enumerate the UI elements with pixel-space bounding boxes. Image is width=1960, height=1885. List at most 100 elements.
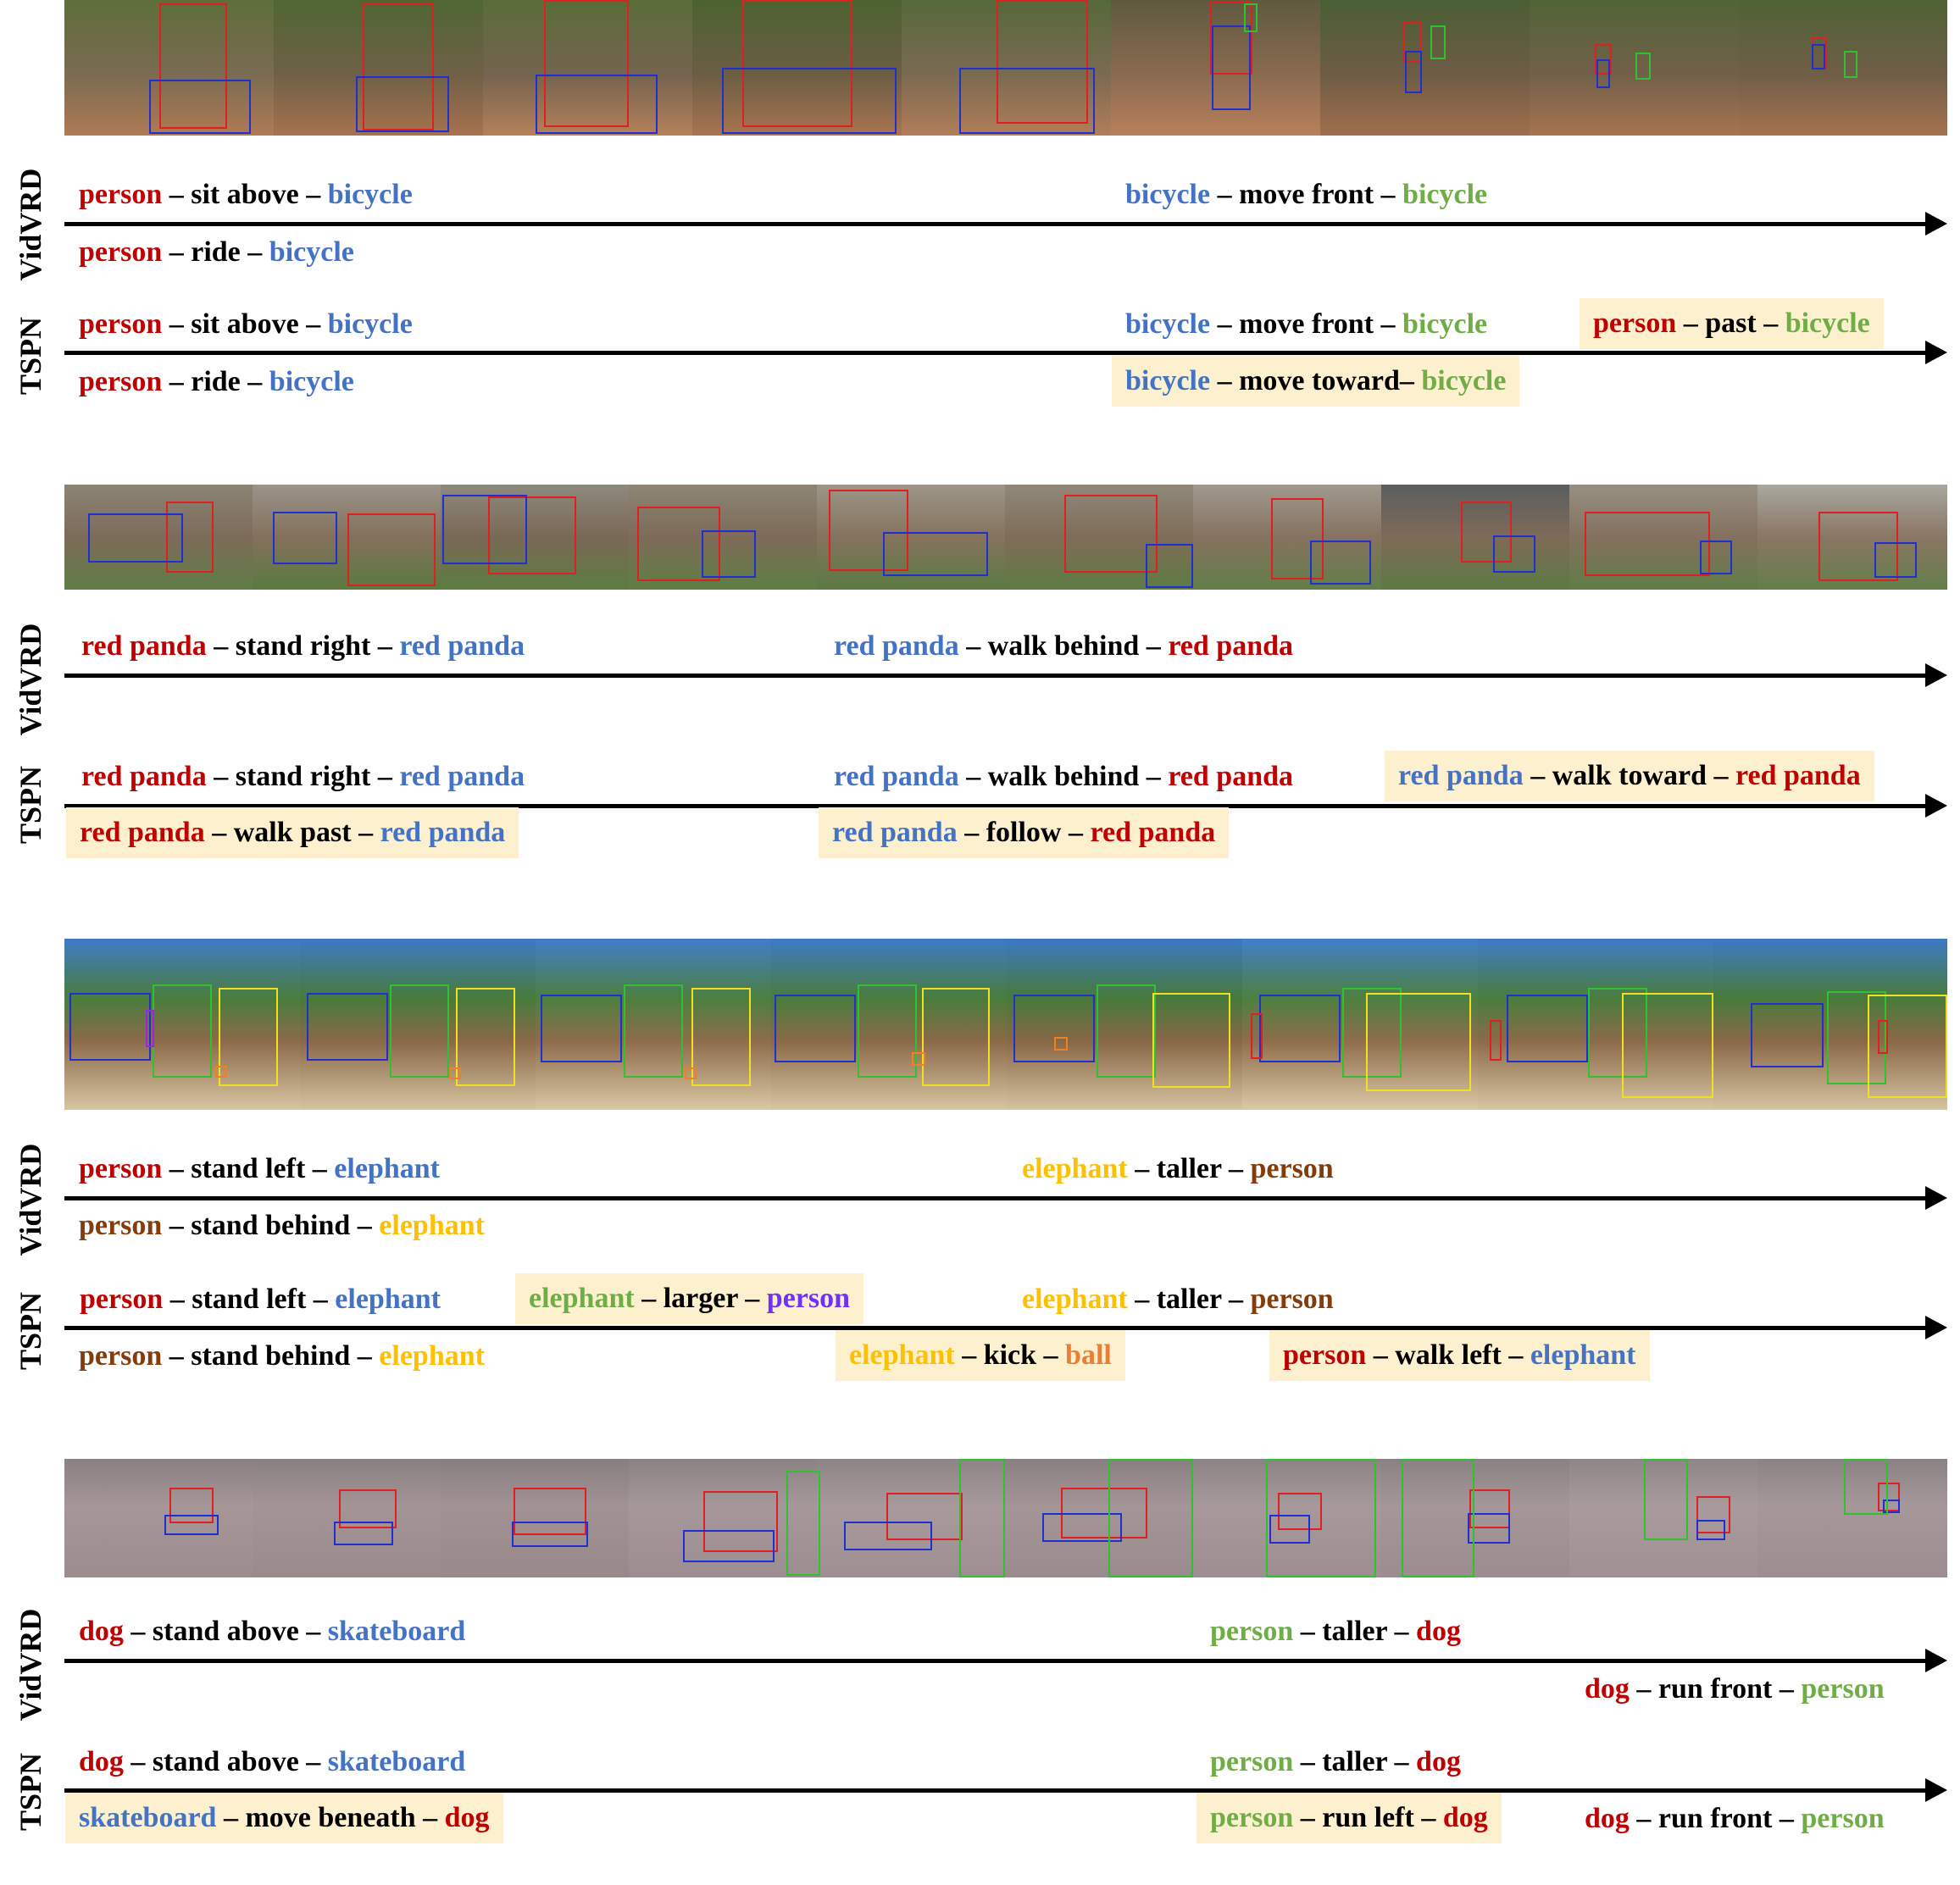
bounding-box bbox=[164, 1515, 219, 1535]
bounding-box bbox=[959, 68, 1095, 134]
subject: dog bbox=[1585, 1673, 1630, 1705]
bounding-box bbox=[1266, 1459, 1376, 1577]
object: elephant bbox=[1530, 1339, 1636, 1371]
predicate: – follow – bbox=[957, 817, 1091, 848]
vidvrd-timeline-arrow bbox=[64, 1649, 1947, 1672]
subject: person bbox=[1283, 1339, 1367, 1371]
bounding-box bbox=[691, 988, 751, 1086]
bounding-box bbox=[1259, 995, 1341, 1062]
bounding-box bbox=[1402, 1459, 1474, 1577]
relation-label: dog – run front – person bbox=[1571, 1669, 1898, 1710]
bounding-box bbox=[912, 1052, 925, 1066]
subject: person bbox=[79, 236, 163, 268]
predicate: – walk behind – bbox=[958, 630, 1169, 662]
bounding-box bbox=[1430, 25, 1446, 59]
relation-label: person – taller – dog bbox=[1197, 1742, 1474, 1782]
predicate: – sit above – bbox=[162, 308, 328, 340]
bounding-box bbox=[1310, 541, 1371, 585]
subject: person bbox=[1210, 1746, 1294, 1777]
bounding-box bbox=[1507, 995, 1588, 1062]
predicate: – stand left – bbox=[163, 1283, 336, 1315]
relation-label-highlighted: person – past – bicycle bbox=[1580, 298, 1884, 349]
subject: elephant bbox=[849, 1339, 955, 1371]
relation-label: person – sit above – bicycle bbox=[65, 304, 426, 345]
bounding-box bbox=[512, 1522, 588, 1547]
bounding-box bbox=[215, 1066, 227, 1078]
bounding-box bbox=[1844, 1459, 1888, 1515]
bounding-box bbox=[1108, 1459, 1193, 1577]
bounding-box bbox=[1244, 3, 1258, 32]
bounding-box bbox=[1596, 59, 1610, 88]
predicate: – ride – bbox=[162, 366, 269, 397]
bounding-box bbox=[1366, 993, 1471, 1091]
bounding-box bbox=[442, 495, 527, 564]
relation-label: red panda – stand right – red panda bbox=[68, 626, 538, 667]
subject: person bbox=[79, 1210, 163, 1241]
predicate: – stand above – bbox=[123, 1616, 328, 1647]
bounding-box bbox=[922, 988, 990, 1086]
bounding-box bbox=[390, 984, 449, 1078]
object: bicycle bbox=[1785, 308, 1870, 339]
relation-label-highlighted: red panda – walk past – red panda bbox=[66, 807, 519, 858]
subject: person bbox=[1593, 308, 1677, 339]
relation-label: elephant – taller – person bbox=[1008, 1149, 1347, 1189]
bounding-box bbox=[1146, 544, 1193, 588]
bounding-box bbox=[449, 1067, 461, 1079]
bounding-box bbox=[456, 988, 515, 1086]
tspn-track-label: TSPN bbox=[14, 765, 47, 845]
relation-label: red panda – walk behind – red panda bbox=[820, 757, 1307, 797]
bounding-box bbox=[1878, 1020, 1888, 1054]
object: elephant bbox=[379, 1210, 485, 1241]
bounding-box bbox=[536, 75, 658, 134]
predicate: – move beneath – bbox=[216, 1802, 445, 1833]
object: red panda bbox=[380, 817, 506, 848]
subject: bicycle bbox=[1125, 365, 1211, 396]
object: person bbox=[1250, 1283, 1334, 1315]
relation-label: red panda – stand right – red panda bbox=[68, 757, 538, 797]
bounding-box bbox=[1635, 53, 1651, 80]
bounding-box bbox=[219, 988, 278, 1086]
vidvrd-timeline-arrow bbox=[64, 1186, 1947, 1210]
bounding-box bbox=[1097, 984, 1156, 1078]
relation-label-highlighted: elephant – kick – ball bbox=[836, 1330, 1125, 1381]
bounding-box bbox=[1622, 993, 1713, 1098]
relation-label: person – stand behind – elephant bbox=[65, 1336, 498, 1377]
bounding-box bbox=[1585, 512, 1710, 576]
object: red panda bbox=[399, 761, 525, 792]
bounding-box bbox=[959, 1459, 1005, 1577]
subject: red panda bbox=[834, 630, 959, 662]
video-frame bbox=[64, 1459, 253, 1577]
relation-label: person – ride – bicycle bbox=[65, 362, 368, 402]
object: bicycle bbox=[1402, 179, 1488, 210]
predicate: – sit above – bbox=[162, 179, 328, 210]
predicate: – taller – bbox=[1293, 1616, 1417, 1647]
bounding-box bbox=[624, 984, 683, 1078]
relation-label: red panda – walk behind – red panda bbox=[820, 626, 1307, 667]
subject: person bbox=[80, 1283, 164, 1315]
predicate: – move front – bbox=[1210, 179, 1403, 210]
subject: dog bbox=[1585, 1803, 1630, 1834]
predicate: – ride – bbox=[162, 236, 269, 268]
object: elephant bbox=[334, 1153, 440, 1184]
subject: person bbox=[79, 179, 163, 210]
bounding-box bbox=[1490, 1020, 1502, 1061]
subject: red panda bbox=[81, 630, 207, 662]
predicate: – stand behind – bbox=[162, 1210, 380, 1241]
bounding-box bbox=[146, 1010, 154, 1047]
predicate: – stand above – bbox=[123, 1746, 328, 1777]
object: skateboard bbox=[327, 1616, 466, 1647]
relation-label: bicycle – move front – bicycle bbox=[1112, 304, 1501, 345]
subject: red panda bbox=[1398, 760, 1524, 791]
bounding-box bbox=[722, 68, 897, 134]
subject: person bbox=[79, 1340, 163, 1372]
red-panda-frame-strip bbox=[64, 485, 1947, 590]
vidvrd-timeline-arrow bbox=[64, 212, 1947, 236]
bounding-box bbox=[1054, 1037, 1068, 1051]
object: dog bbox=[1416, 1616, 1461, 1647]
predicate: – stand behind – bbox=[162, 1340, 380, 1372]
object: bicycle bbox=[1402, 308, 1488, 340]
tspn-track-label: TSPN bbox=[14, 1291, 47, 1371]
predicate: – walk left – bbox=[1366, 1339, 1530, 1371]
predicate: – stand left – bbox=[162, 1153, 335, 1184]
relation-label-highlighted: red panda – walk toward – red panda bbox=[1385, 751, 1874, 801]
